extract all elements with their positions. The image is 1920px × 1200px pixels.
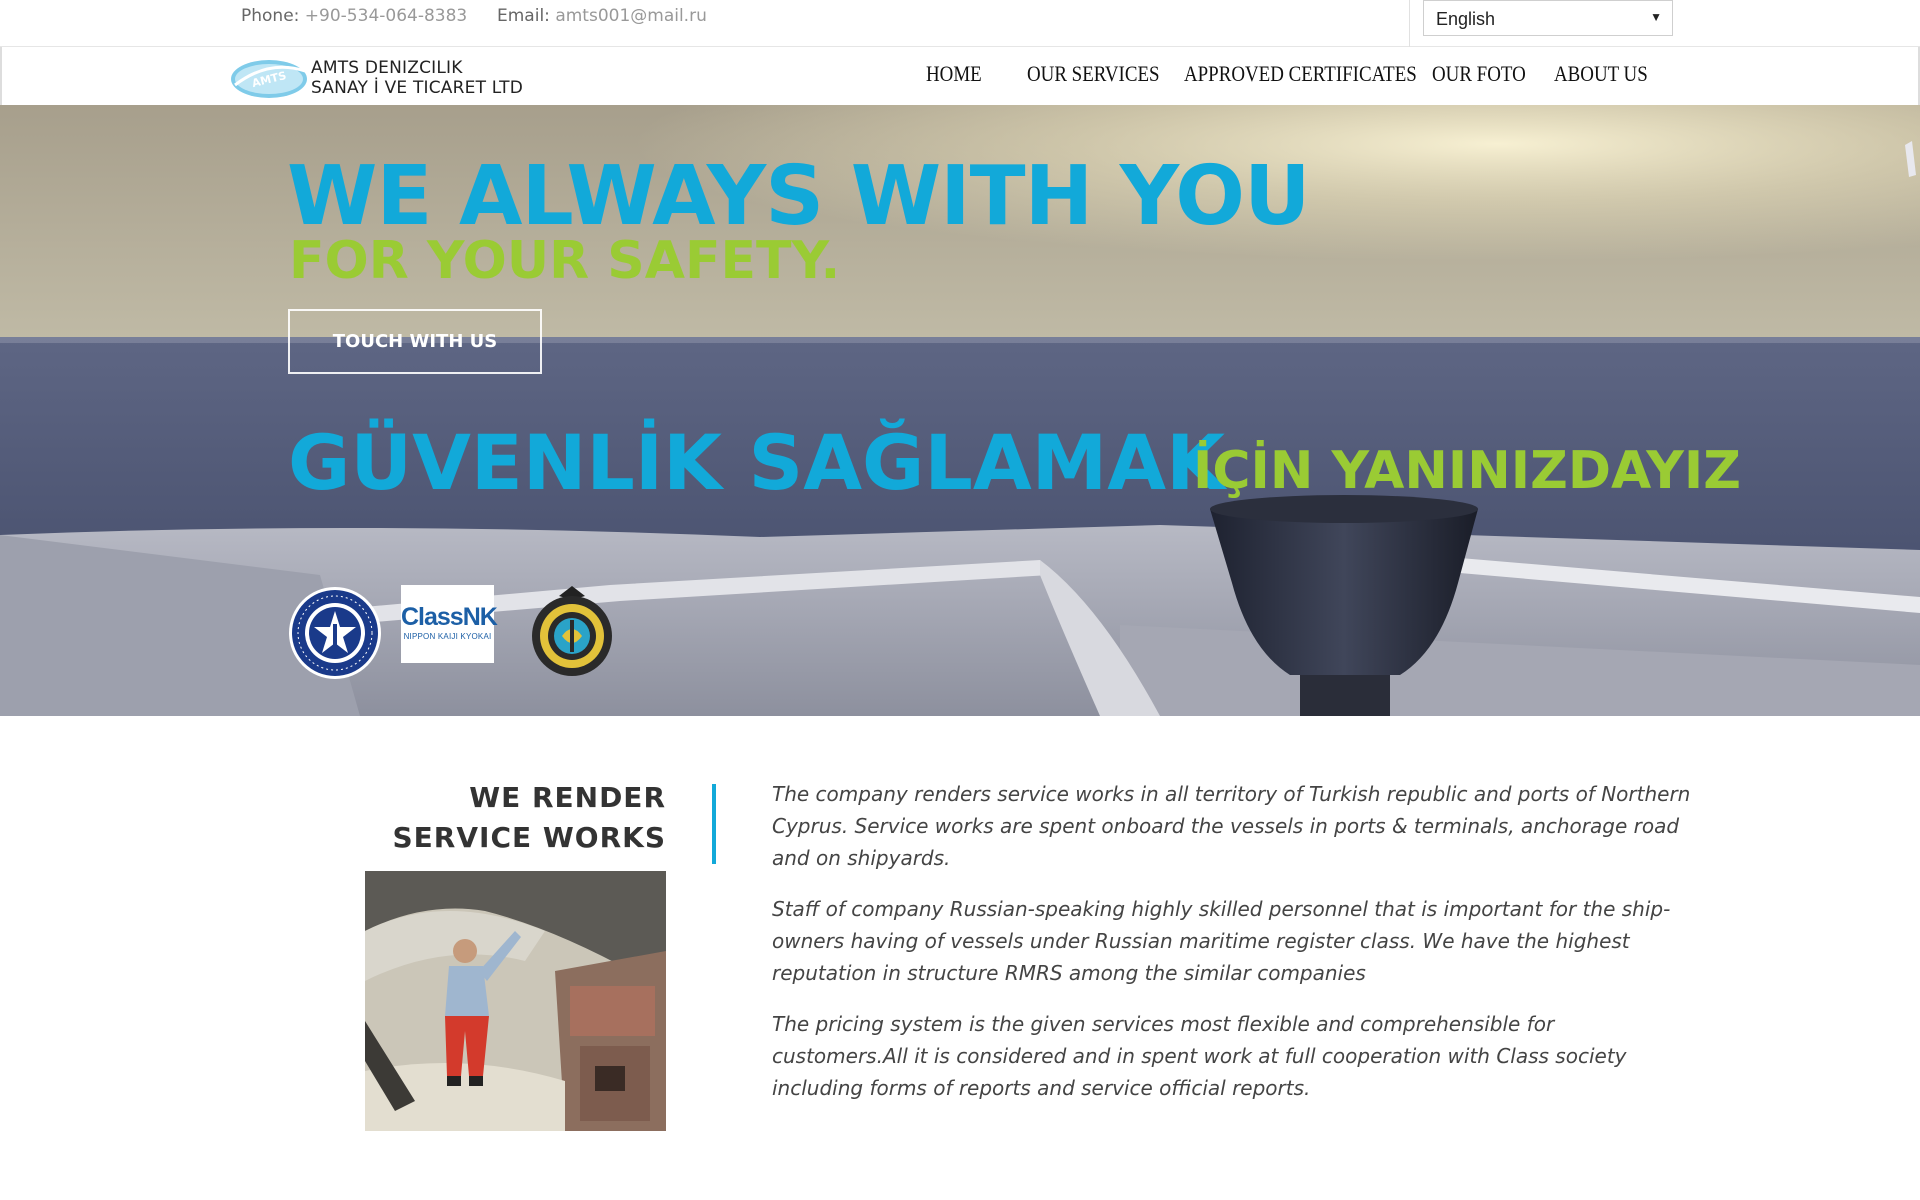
language-selected-value: English — [1436, 9, 1496, 29]
service-paragraph: The pricing system is the given services… — [772, 1012, 1627, 1100]
email-label: Email: — [497, 6, 550, 26]
service-description: The company renders service works in all… — [772, 778, 1692, 1123]
email-value[interactable]: amts001@mail.ru — [555, 6, 707, 26]
logo-text: AMTS DENIZCILIK SANAY İ VE TICARET LTD — [311, 58, 523, 98]
nav-our-services[interactable]: OUR SERVICES — [1027, 61, 1160, 87]
hero-headline: WE ALWAYS WITH YOU — [287, 149, 1311, 244]
hero-subheadline: FOR YOUR SAFETY. — [289, 231, 841, 291]
amts-logo-icon: AMTS — [231, 60, 307, 98]
shipping-register-emblem-icon[interactable] — [527, 584, 617, 678]
site-logo[interactable]: AMTS AMTS DENIZCILIK SANAY İ VE TICARET … — [231, 51, 531, 103]
nav-home[interactable]: HOME — [926, 61, 982, 87]
service-paragraph: Staff of company Russian-speaking highly… — [772, 897, 1671, 985]
nav-approved-certificates[interactable]: APPROVED CERTIFICATES — [1184, 61, 1417, 87]
top-bar: Phone: +90-534-064-8383 Email: amts001@m… — [0, 0, 1920, 47]
dropdown-caret-icon: ▼ — [1650, 10, 1662, 24]
language-select[interactable]: English ▼ — [1423, 0, 1673, 36]
nav-our-foto[interactable]: OUR FOTO — [1432, 61, 1526, 87]
accent-divider — [712, 784, 716, 864]
hero-turkish-headline: GÜVENLİK SAĞLAMAK — [288, 418, 1226, 507]
classnk-logo-icon[interactable]: ClassNK NIPPON KAIJI KYOKAI — [401, 585, 498, 663]
phone-contact: Phone: +90-534-064-8383 — [241, 6, 467, 26]
service-worker-photo — [365, 871, 666, 1131]
service-works-title-line-2: SERVICE WORKS — [392, 821, 666, 854]
service-works-title: WE RENDER SERVICE WORKS — [330, 778, 666, 858]
service-works-title-line-1: WE RENDER — [469, 781, 666, 814]
language-divider — [1409, 0, 1410, 47]
phone-label: Phone: — [241, 6, 300, 26]
main-navbar: AMTS AMTS DENIZCILIK SANAY İ VE TICARET … — [0, 47, 1920, 105]
classnk-subtitle: NIPPON KAIJI KYOKAI — [403, 632, 492, 641]
service-paragraph: The company renders service works in all… — [772, 782, 1691, 870]
logo-line-2: SANAY İ VE TICARET LTD — [311, 78, 523, 98]
hero-turkish-subheadline: İÇİN YANINIZDAYIZ — [1193, 441, 1741, 501]
nav-about-us[interactable]: ABOUT US — [1554, 61, 1648, 87]
logo-line-1: AMTS DENIZCILIK — [311, 58, 463, 78]
rmrs-emblem-icon[interactable] — [288, 586, 382, 680]
hero-banner: WE ALWAYS WITH YOU FOR YOUR SAFETY. TOUC… — [0, 105, 1920, 716]
phone-value[interactable]: +90-534-064-8383 — [305, 6, 467, 26]
touch-with-us-button[interactable]: TOUCH WITH US — [288, 309, 542, 374]
classnk-title: ClassNK — [401, 603, 498, 631]
email-contact: Email: amts001@mail.ru — [497, 6, 707, 26]
